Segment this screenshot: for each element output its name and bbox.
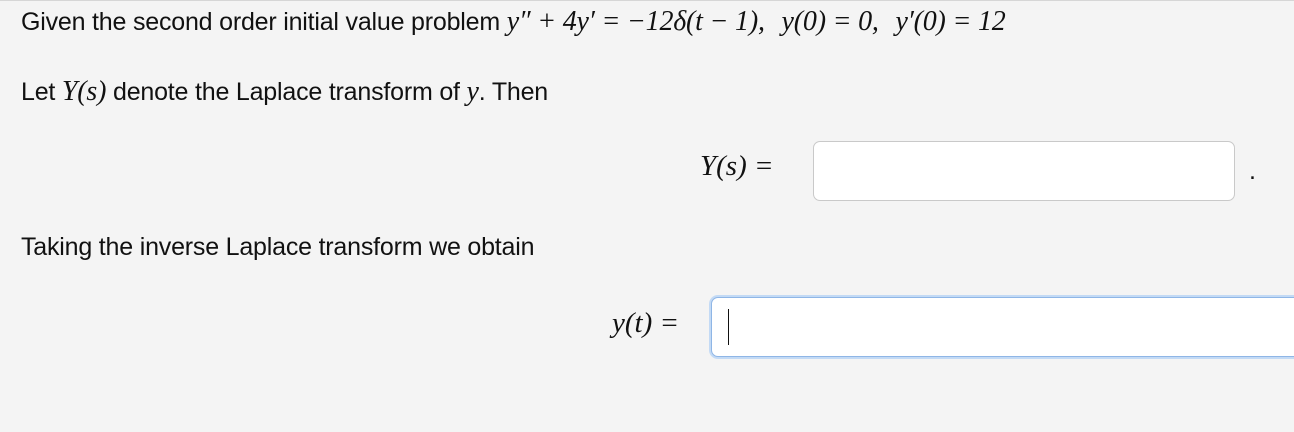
text-cursor bbox=[728, 309, 729, 345]
problem-intro: Given the second order initial value pro… bbox=[21, 8, 500, 36]
taking-statement: Taking the inverse Laplace transform we … bbox=[21, 233, 535, 261]
ode-text: y″ + 4y′ = −12δ(t − 1), bbox=[506, 6, 765, 37]
Ys-answer-input[interactable] bbox=[813, 141, 1235, 201]
problem-ode: y″ + 4y′ = −12δ(t − 1), bbox=[507, 6, 765, 37]
trailing-period: . bbox=[1249, 157, 1256, 185]
let-middle: denote the Laplace transform of bbox=[112, 78, 460, 106]
initial-condition-1: y(0) = 0, bbox=[781, 6, 879, 37]
initial-condition-2: y′(0) = 12 bbox=[895, 6, 1006, 37]
yt-label: y(t) = bbox=[612, 307, 680, 339]
let-prefix: Let bbox=[21, 78, 56, 106]
Ys-label: Y(s) = bbox=[700, 150, 774, 182]
yt-answer-input[interactable] bbox=[711, 297, 1294, 357]
y-symbol: y bbox=[466, 76, 479, 107]
problem-statement: Given the second order initial value pro… bbox=[21, 6, 1006, 38]
Ys-symbol: Y(s) bbox=[61, 76, 107, 107]
let-suffix: . Then bbox=[478, 78, 549, 106]
let-statement: Let Y(s) denote the Laplace transform of… bbox=[21, 76, 548, 108]
top-border bbox=[0, 0, 1294, 1]
